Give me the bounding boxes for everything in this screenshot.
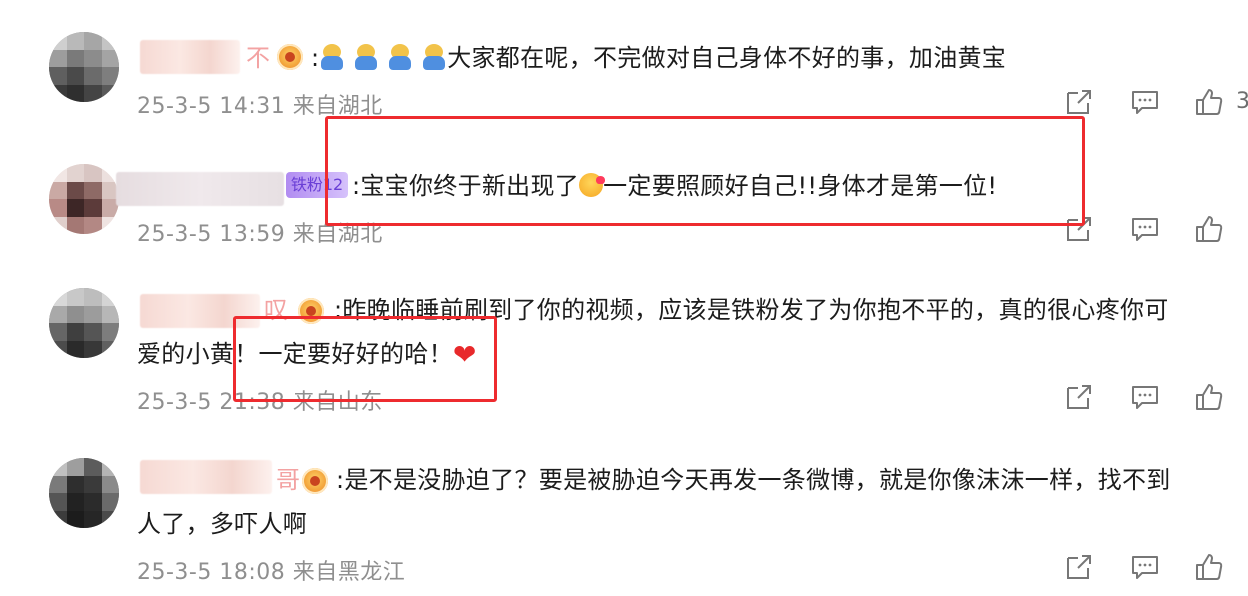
like-icon[interactable]	[1194, 87, 1224, 117]
comment-text-line1: :是不是没胁迫了？要是被胁迫今天再发一条微博，就是你像沫沫一样，找不到	[336, 466, 1171, 494]
comment-icon[interactable]	[1130, 382, 1160, 412]
username-tail[interactable]: 不	[246, 36, 270, 80]
comment-icon[interactable]	[1130, 214, 1160, 244]
avatar[interactable]	[49, 288, 119, 358]
username-tail[interactable]: 哥	[276, 458, 300, 502]
comment-text: : 大家都在呢，不完做对自己身体不好的事，加油黄宝	[311, 44, 1007, 72]
bear-emoji-icon	[421, 44, 447, 70]
share-icon[interactable]	[1064, 382, 1094, 412]
avatar[interactable]	[49, 32, 119, 102]
username-blurred[interactable]	[140, 460, 272, 494]
comment-text-body: 大家都在呢，不完做对自己身体不好的事，加油黄宝	[447, 44, 1007, 72]
username-blurred[interactable]	[140, 40, 240, 74]
comment-item-4: 哥 :是不是没胁迫了？要是被胁迫今天再发一条微博，就是你像沫沫一样，找不到 人了…	[0, 440, 1248, 596]
comment-actions	[1064, 382, 1248, 412]
comment-meta: 25-3-5 18:08 来自黑龙江	[137, 560, 406, 585]
bear-emoji-icon	[319, 44, 345, 70]
vip-badge-icon	[277, 44, 303, 70]
share-icon[interactable]	[1064, 552, 1094, 582]
vip-badge-icon	[302, 468, 328, 494]
avatar[interactable]	[49, 164, 119, 234]
comment-actions	[1064, 552, 1248, 582]
like-icon[interactable]	[1194, 382, 1224, 412]
bear-emoji-icon	[353, 44, 379, 70]
highlight-box-2	[233, 316, 497, 402]
comment-item-3: 叹 :昨晚临睡前刷到了你的视频，应该是铁粉发了为你抱不平的，真的很心疼你可 爱的…	[0, 280, 1248, 440]
comment-icon[interactable]	[1130, 87, 1160, 117]
comment-icon[interactable]	[1130, 552, 1160, 582]
like-count: 3	[1236, 89, 1248, 114]
avatar[interactable]	[49, 458, 119, 528]
comment-actions	[1064, 214, 1248, 244]
comment-text-line2: 人了，多吓人啊	[137, 510, 308, 538]
like-icon[interactable]	[1194, 214, 1224, 244]
username-blurred[interactable]	[116, 172, 284, 206]
comment-actions: 3	[1064, 87, 1248, 117]
bear-emoji-icon	[387, 44, 413, 70]
share-icon[interactable]	[1064, 87, 1094, 117]
like-icon[interactable]	[1194, 552, 1224, 582]
highlight-box-1	[325, 116, 1085, 226]
